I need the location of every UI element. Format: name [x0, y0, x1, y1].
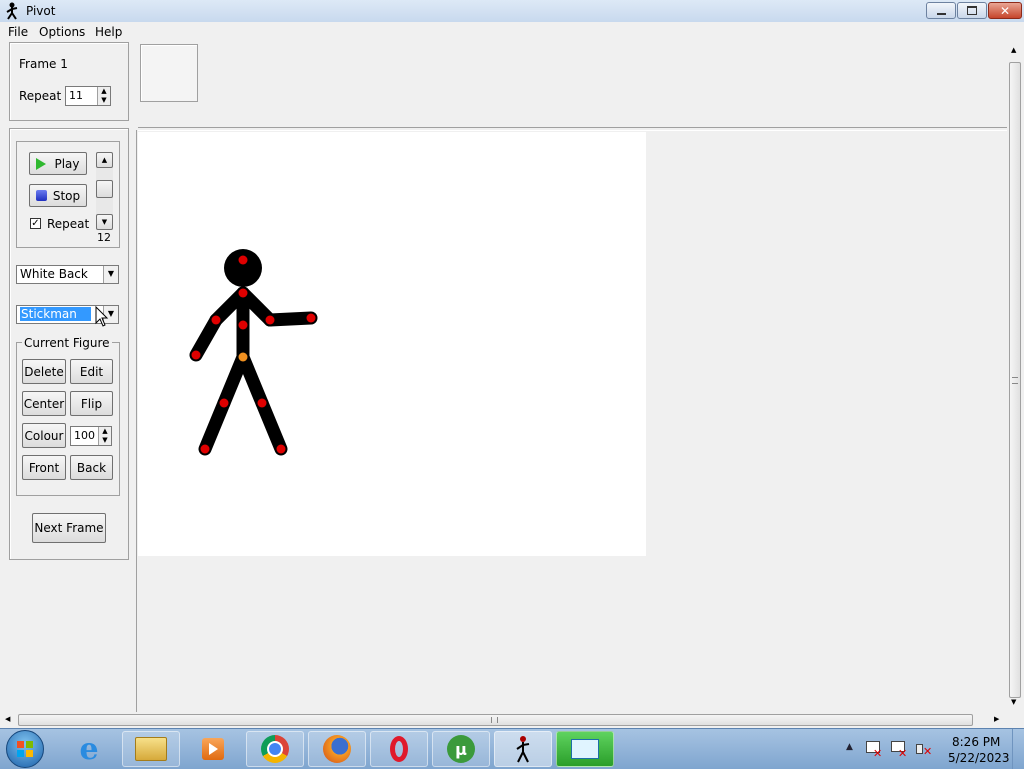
- spinner-arrows-icon[interactable]: ▲ ▼: [97, 87, 110, 105]
- repeat-label: Repeat :: [19, 89, 70, 103]
- play-button-label: Play: [54, 156, 80, 171]
- front-button[interactable]: Front: [22, 455, 66, 480]
- opera-icon[interactable]: [370, 731, 428, 767]
- speed-up-icon[interactable]: ▲: [96, 152, 113, 168]
- speed-slider[interactable]: ▲ ▼: [96, 152, 113, 230]
- repeat-spinner[interactable]: 11 ▲ ▼: [65, 86, 111, 106]
- animation-canvas[interactable]: [138, 132, 646, 556]
- start-orb-icon[interactable]: [6, 730, 44, 768]
- back-button[interactable]: Back: [70, 455, 113, 480]
- vertical-scroll-thumb[interactable]: [1009, 62, 1021, 698]
- firefox-icon[interactable]: [308, 731, 366, 767]
- stickman-figure[interactable]: [138, 132, 646, 556]
- screen-recorder-icon[interactable]: [556, 731, 614, 767]
- restore-icon: [967, 6, 977, 15]
- scroll-up-icon[interactable]: ▲: [1011, 46, 1016, 54]
- show-desktop-button[interactable]: [1012, 729, 1024, 769]
- chevron-down-icon[interactable]: ▼: [103, 266, 118, 283]
- spinner-arrows-icon[interactable]: ▲ ▼: [98, 427, 111, 445]
- playback-group: Play Stop ✓ Repeat ▲ ▼ 12: [16, 141, 120, 248]
- speed-down-icon[interactable]: ▼: [96, 214, 113, 230]
- horizontal-scroll-thumb[interactable]: [18, 714, 973, 726]
- pivot-app-icon: [6, 2, 18, 20]
- stop-icon: [35, 190, 47, 201]
- joint-handle: [306, 313, 316, 323]
- scroll-down-icon[interactable]: ▼: [1011, 698, 1016, 706]
- center-button[interactable]: Center: [22, 391, 66, 416]
- colour-button[interactable]: Colour: [22, 423, 66, 448]
- menu-bar: File Options Help: [0, 22, 1024, 42]
- frame-label: Frame 1: [19, 57, 68, 71]
- frame-info-panel: Frame 1 Repeat : 11 ▲ ▼: [9, 42, 129, 121]
- network-icon[interactable]: ✕: [891, 741, 907, 760]
- close-button[interactable]: ✕: [988, 2, 1022, 19]
- joint-handle: [276, 444, 286, 454]
- background-select-value: White Back: [20, 267, 88, 281]
- minimize-icon: [936, 12, 946, 15]
- menu-options[interactable]: Options: [39, 25, 85, 39]
- vertical-scrollbar[interactable]: ▲ ▼: [1007, 42, 1024, 712]
- close-icon: ✕: [999, 3, 1011, 18]
- taskbar: e µ ▲ ✕ ✕ ✕ 8:26 PM 5/22/2023: [0, 728, 1024, 769]
- joint-handle: [219, 398, 229, 408]
- scroll-left-icon[interactable]: ◀: [5, 715, 10, 723]
- background-select[interactable]: White Back ▼: [16, 265, 119, 284]
- repeat-checkbox[interactable]: ✓: [30, 218, 41, 229]
- joint-handle: [238, 288, 248, 298]
- repeat-spinner-value: 11: [69, 89, 83, 102]
- stop-button[interactable]: Stop: [29, 184, 87, 207]
- delete-button[interactable]: Delete: [22, 359, 66, 384]
- speed-value: 12: [97, 231, 111, 244]
- menu-help[interactable]: Help: [95, 25, 122, 39]
- figure-select-value: Stickman: [20, 307, 91, 321]
- next-frame-button[interactable]: Next Frame: [32, 513, 106, 543]
- joint-handle: [257, 398, 267, 408]
- minimize-button[interactable]: [926, 2, 956, 19]
- play-icon: [36, 157, 47, 170]
- horizontal-scrollbar[interactable]: ◀ ▶: [0, 712, 1007, 728]
- origin-handle: [238, 352, 248, 362]
- frame-thumbnail[interactable]: [140, 44, 198, 102]
- show-hidden-icons-icon[interactable]: ▲: [846, 742, 853, 752]
- joint-handle: [265, 315, 275, 325]
- play-button[interactable]: Play: [29, 152, 87, 175]
- timeline-divider: [138, 127, 1007, 131]
- current-figure-legend: Current Figure: [22, 336, 112, 350]
- stop-button-label: Stop: [52, 188, 81, 203]
- colour-spinner-value: 100: [74, 429, 95, 442]
- pivot-icon[interactable]: [494, 731, 552, 767]
- joint-handle: [238, 255, 248, 265]
- joint-handle: [238, 320, 248, 330]
- repeat-checkbox-label: Repeat: [47, 217, 90, 231]
- workarea-border: [136, 130, 137, 712]
- joint-handle: [211, 315, 221, 325]
- file-explorer-icon[interactable]: [122, 731, 180, 767]
- clock-date[interactable]: 5/22/2023: [948, 751, 1010, 765]
- utorrent-icon[interactable]: µ: [432, 731, 490, 767]
- chrome-icon[interactable]: [246, 731, 304, 767]
- action-center-flag-icon[interactable]: ✕: [866, 741, 882, 760]
- scroll-right-icon[interactable]: ▶: [994, 715, 999, 723]
- media-player-icon[interactable]: [184, 731, 242, 767]
- menu-file[interactable]: File: [8, 25, 28, 39]
- clock-time[interactable]: 8:26 PM: [952, 735, 1000, 749]
- volume-muted-icon[interactable]: ✕: [916, 741, 932, 758]
- speed-slider-thumb[interactable]: [96, 180, 113, 198]
- edit-button[interactable]: Edit: [70, 359, 113, 384]
- mouse-cursor-icon: [95, 306, 109, 327]
- window-title: Pivot: [26, 4, 56, 18]
- restore-button[interactable]: [957, 2, 987, 19]
- title-bar: Pivot ✕: [0, 0, 1024, 23]
- joint-handle: [200, 444, 210, 454]
- colour-spinner[interactable]: 100 ▲ ▼: [70, 426, 112, 446]
- joint-handle: [191, 350, 201, 360]
- flip-button[interactable]: Flip: [70, 391, 113, 416]
- internet-explorer-icon[interactable]: e: [60, 732, 118, 767]
